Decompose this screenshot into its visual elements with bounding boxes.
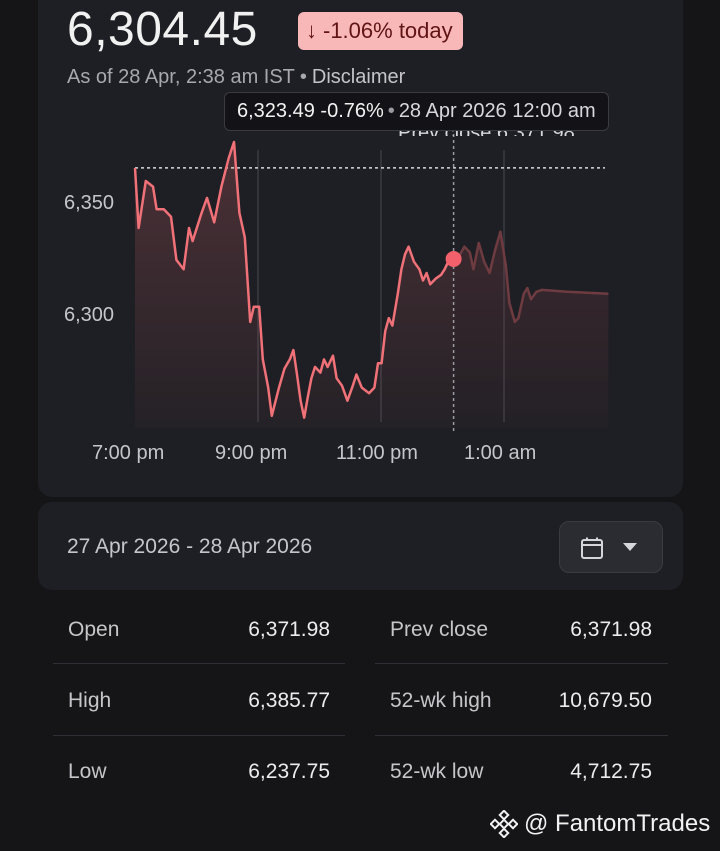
stat-open-value: 6,371.98 [248,618,330,641]
price-chart[interactable] [0,0,720,500]
x-tick-label: 11:00 pm [336,442,418,464]
stat-52wk-high-label: 52-wk high [390,689,492,712]
stat-high-value: 6,385.77 [248,689,330,712]
tooltip-separator: • [387,100,395,122]
tooltip-datetime: 28 Apr 2026 12:00 am [398,100,596,122]
stat-high-label: High [68,689,112,712]
stat-52wk-low-label: 52-wk low [390,760,484,783]
chart-area-fill [135,142,454,428]
date-range-text: 27 Apr 2026 - 28 Apr 2026 [67,535,313,558]
stat-prev-close-value: 6,371.98 [570,618,652,641]
stat-low-label: Low [68,760,107,783]
stat-divider [375,663,668,664]
x-tick-label: 1:00 am [464,442,537,464]
stat-divider [53,735,345,736]
binance-logo-icon [490,810,518,838]
date-picker-button[interactable] [559,521,663,573]
stat-open-label: Open [68,618,120,641]
tooltip-change: -0.76% [320,100,384,122]
chart-tooltip: 6,323.49 -0.76% • 28 Apr 2026 12:00 am [224,92,609,131]
stat-52wk-high-value: 10,679.50 [558,689,652,712]
stat-prev-close-label: Prev close [390,618,489,641]
x-tick-label: 7:00 pm [92,442,165,464]
stat-divider [53,663,345,664]
chart-future-area-fill [453,231,609,428]
y-tick-label: 6,300 [64,304,115,326]
watermark: @ FantomTrades [490,810,710,838]
x-tick-label: 9:00 pm [215,442,288,464]
calendar-icon [581,537,603,559]
arrow-drop-down-icon [623,543,637,551]
hover-point [445,250,462,267]
watermark-text: @ FantomTrades [524,810,711,837]
y-tick-label: 6,350 [64,192,115,214]
stat-low-value: 6,237.75 [248,760,330,783]
stat-divider [375,735,668,736]
stat-52wk-low-value: 4,712.75 [570,760,652,783]
tooltip-value: 6,323.49 [237,100,315,122]
